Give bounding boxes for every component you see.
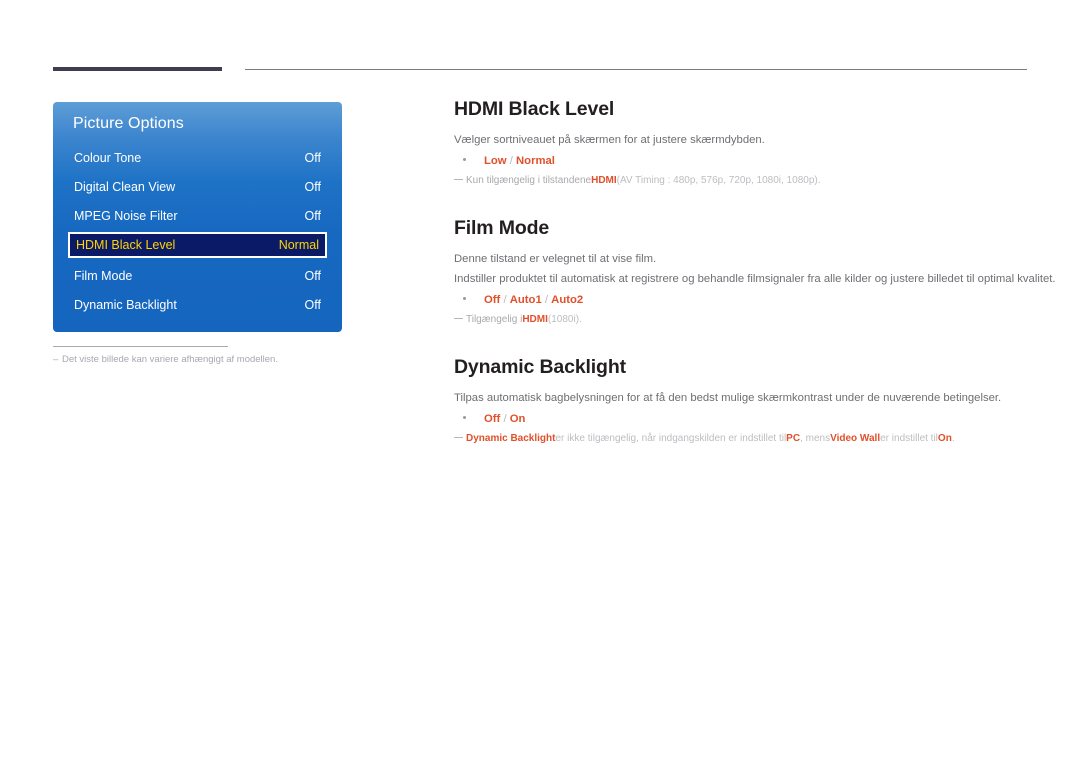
option-normal: Normal — [516, 155, 555, 168]
note-text-2: , mens — [800, 433, 831, 445]
note-text-pre: Kun tilgængelig i tilstandene — [466, 175, 592, 187]
osd-row-label: Film Mode — [74, 269, 133, 283]
options-list-film-mode: Off / Auto1 / Auto2 — [454, 294, 1030, 306]
osd-menu-title: Picture Options — [73, 115, 184, 132]
note-text-pre: Tilgængelig i — [466, 314, 523, 326]
article-content: HDMI Black Level Vælger sortniveauet på … — [454, 98, 1056, 446]
osd-row-colour-tone[interactable]: Colour Tone Off — [53, 147, 342, 169]
caption-text: Det viste billede kan variere afhængigt … — [62, 354, 278, 365]
option-off: Off — [484, 294, 501, 307]
note-dash-icon — [454, 318, 463, 320]
note-emphasis-on: On — [937, 433, 952, 445]
section-heading-film-mode: Film Mode — [454, 216, 550, 239]
osd-row-label: Dynamic Backlight — [74, 298, 177, 312]
caption-dash: – — [53, 354, 59, 365]
note-dash-icon — [454, 179, 463, 181]
note-emphasis-dynamic-backlight: Dynamic Backlight — [466, 433, 556, 445]
options-list-dynamic-backlight: Off / On — [454, 413, 1030, 425]
section-note-hdmi-black-level: Kun tilgængelig i tilstandene HDMI (AV T… — [454, 174, 1030, 188]
options-list-hdmi-black-level: Low / Normal — [454, 155, 1030, 167]
osd-row-mpeg-noise-filter[interactable]: MPEG Noise Filter Off — [53, 205, 342, 227]
note-emphasis-hdmi: HDMI — [522, 314, 548, 326]
caption-divider — [53, 346, 228, 347]
header-rule-thin — [245, 69, 1027, 70]
options-text: Off / Auto1 / Auto2 — [484, 294, 583, 306]
options-text: Low / Normal — [484, 155, 555, 167]
osd-row-value: Off — [304, 209, 321, 223]
osd-row-dynamic-backlight[interactable]: Dynamic Backlight Off — [53, 294, 342, 316]
option-off: Off — [484, 413, 501, 426]
note-emphasis-hdmi: HDMI — [591, 175, 617, 187]
option-separator: / — [541, 294, 552, 307]
section-note-dynamic-backlight: Dynamic Backlight er ikke tilgængelig, n… — [454, 432, 1030, 446]
osd-row-value: Normal — [278, 238, 319, 252]
option-low: Low — [484, 155, 507, 168]
note-emphasis-pc: PC — [786, 433, 801, 445]
osd-row-label: MPEG Noise Filter — [74, 209, 178, 223]
note-text-4: . — [951, 433, 955, 445]
osd-row-label: Digital Clean View — [74, 180, 176, 194]
note-text-post: (AV Timing : 480p, 576p, 720p, 1080i, 10… — [616, 175, 821, 187]
note-text-3: er indstillet til — [880, 433, 938, 445]
section-heading-hdmi-black-level: HDMI Black Level — [454, 98, 615, 120]
note-emphasis-video-wall: Video Wall — [830, 433, 881, 445]
osd-row-digital-clean-view[interactable]: Digital Clean View Off — [53, 176, 342, 198]
section-desc-hdmi-black-level: Vælger sortniveauet på skærmen for at ju… — [454, 134, 765, 147]
bullet-dot-icon — [463, 297, 466, 301]
section-desc-dynamic-backlight: Tilpas automatisk bagbelysningen for at … — [454, 392, 1002, 405]
osd-row-film-mode[interactable]: Film Mode Off — [53, 265, 342, 287]
osd-row-value: Off — [304, 269, 321, 283]
section-desc1-film-mode: Denne tilstand er velegnet til at vise f… — [454, 253, 657, 266]
osd-row-value: Off — [304, 151, 321, 165]
option-auto1: Auto1 — [509, 294, 542, 307]
note-text-post: (1080i). — [547, 314, 582, 326]
option-separator: / — [500, 294, 510, 307]
osd-row-value: Off — [304, 180, 321, 194]
section-note-film-mode: Tilgængelig i HDMI (1080i). — [454, 313, 1030, 327]
note-dash-icon — [454, 437, 463, 439]
options-text: Off / On — [484, 413, 525, 425]
osd-row-value: Off — [304, 298, 321, 312]
note-text-1: er ikke tilgængelig, når indgangskilden … — [555, 433, 787, 445]
osd-caption-note: – Det viste billede kan variere afhængigt… — [53, 354, 373, 365]
osd-row-label: Colour Tone — [74, 151, 142, 165]
osd-menu-panel: Picture Options Colour Tone Off Digital … — [53, 102, 342, 332]
header-rule-accent — [53, 67, 222, 71]
option-separator: / — [500, 413, 510, 426]
option-on: On — [509, 413, 526, 426]
option-separator: / — [506, 155, 517, 168]
bullet-dot-icon — [463, 416, 466, 420]
bullet-dot-icon — [463, 158, 466, 162]
section-heading-dynamic-backlight: Dynamic Backlight — [454, 355, 626, 378]
osd-row-label: HDMI Black Level — [76, 238, 176, 252]
option-auto2: Auto2 — [551, 294, 584, 307]
section-desc2-film-mode: Indstiller produktet til automatisk at r… — [454, 273, 1056, 286]
osd-row-hdmi-black-level-selected[interactable]: HDMI Black Level Normal — [68, 232, 327, 258]
